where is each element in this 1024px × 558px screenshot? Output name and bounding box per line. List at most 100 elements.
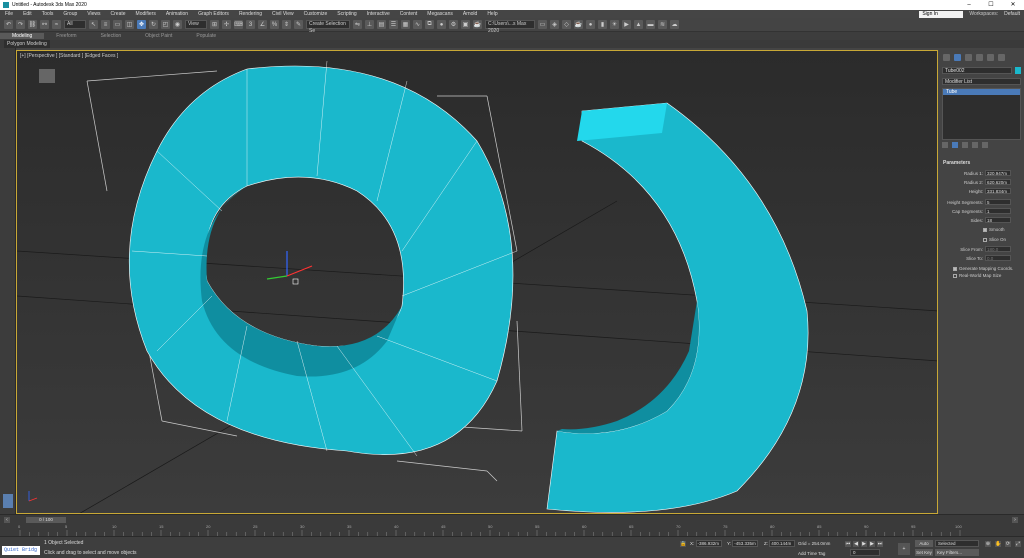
- angle-snap-icon[interactable]: ∠: [258, 20, 267, 29]
- generate-mapping-checkbox[interactable]: Generate Mapping Coords.: [953, 266, 1013, 271]
- menu-create[interactable]: Create: [106, 11, 131, 17]
- minimize-icon[interactable]: –: [958, 0, 980, 10]
- parameters-rollout[interactable]: Parameters: [943, 160, 970, 166]
- scale-icon[interactable]: ◰: [161, 20, 170, 29]
- remove-modifier-icon[interactable]: [972, 142, 978, 148]
- plane-icon[interactable]: ▬: [646, 20, 655, 29]
- cap-segments-spinner[interactable]: 1: [985, 208, 1011, 214]
- teapot-icon[interactable]: ☕: [574, 20, 583, 29]
- menu-modifiers[interactable]: Modifiers: [131, 11, 161, 17]
- modify-tab-icon[interactable]: [954, 54, 961, 61]
- curve-editor-icon[interactable]: ∿: [413, 20, 422, 29]
- reference-coordinate-dropdown[interactable]: View: [185, 20, 207, 29]
- render-setup-icon[interactable]: ⚙: [449, 20, 458, 29]
- camera-icon[interactable]: ▶: [622, 20, 631, 29]
- ribbon-toggle-icon[interactable]: ▦: [401, 20, 410, 29]
- display-tab-icon[interactable]: [987, 54, 994, 61]
- sign-in-button[interactable]: Sign In: [919, 10, 964, 18]
- hair-icon[interactable]: ≋: [658, 20, 667, 29]
- manipulate-icon[interactable]: ✢: [222, 20, 231, 29]
- menu-edit[interactable]: Edit: [18, 11, 37, 17]
- render-icon[interactable]: ☕: [473, 20, 482, 29]
- orbit-icon[interactable]: ⟳: [1005, 541, 1011, 547]
- select-by-name-icon[interactable]: ≡: [101, 20, 110, 29]
- add-time-tag[interactable]: Add Time Tag: [798, 551, 825, 556]
- place-icon[interactable]: ◉: [173, 20, 182, 29]
- tab-object-paint[interactable]: Object Paint: [133, 33, 184, 39]
- light-icon[interactable]: ☀: [610, 20, 619, 29]
- rendered-frame-icon[interactable]: ▣: [461, 20, 470, 29]
- object-color-swatch[interactable]: [1015, 67, 1021, 74]
- close-icon[interactable]: ✕: [1002, 0, 1024, 10]
- pin-stack-icon[interactable]: [942, 142, 948, 148]
- named-selection-dropdown[interactable]: Create Selection Se: [306, 20, 350, 34]
- arnold-render-icon[interactable]: ◇: [562, 20, 571, 29]
- slice-on-checkbox[interactable]: Slice On: [983, 237, 1006, 242]
- rectangular-selection-icon[interactable]: ▭: [113, 20, 122, 29]
- prev-frame-icon[interactable]: ‹: [4, 517, 10, 523]
- cylinder-icon[interactable]: ▮: [598, 20, 607, 29]
- hierarchy-tab-icon[interactable]: [965, 54, 972, 61]
- snap-toggle-icon[interactable]: 3: [246, 20, 255, 29]
- radius1-spinner[interactable]: 320.947m: [985, 170, 1011, 176]
- zoom-icon[interactable]: ⊕: [985, 541, 991, 547]
- menu-scripting[interactable]: Scripting: [332, 11, 361, 17]
- arnold-icon[interactable]: ◈: [550, 20, 559, 29]
- schematic-view-icon[interactable]: ⧉: [425, 20, 434, 29]
- scene-explorer-icon[interactable]: ☰: [389, 20, 398, 29]
- set-key-big-icon[interactable]: +: [898, 543, 910, 555]
- stack-item-tube[interactable]: Tube: [943, 89, 1020, 95]
- prev-key-icon[interactable]: ◀: [853, 541, 859, 547]
- select-object-icon[interactable]: ↖: [89, 20, 98, 29]
- modifier-list-dropdown[interactable]: Modifier List: [942, 78, 1021, 85]
- window-crossing-icon[interactable]: ◫: [125, 20, 134, 29]
- maximize-viewport-icon[interactable]: ⤢: [1015, 541, 1021, 547]
- link-icon[interactable]: ⛓: [28, 20, 37, 29]
- y-field[interactable]: -453.335m: [732, 540, 759, 547]
- percent-snap-icon[interactable]: %: [270, 20, 279, 29]
- slice-from-spinner[interactable]: 180.0: [985, 246, 1011, 252]
- next-key-icon[interactable]: ▶: [869, 541, 875, 547]
- maxscript-listener[interactable]: Quiet Bridg: [2, 546, 40, 555]
- key-mode-select[interactable]: Selected: [935, 540, 979, 547]
- slice-to-spinner[interactable]: 0.0: [985, 255, 1011, 261]
- object-name-field[interactable]: Tube002: [942, 67, 1012, 74]
- tab-populate[interactable]: Populate: [184, 33, 228, 39]
- tab-modeling[interactable]: Modeling: [0, 33, 45, 39]
- set-key-button[interactable]: Set Key: [915, 549, 933, 556]
- layers-icon[interactable]: ▤: [377, 20, 386, 29]
- menu-arnold[interactable]: Arnold: [458, 11, 482, 17]
- cone-icon[interactable]: ▲: [634, 20, 643, 29]
- smooth-checkbox[interactable]: Smooth: [983, 227, 1005, 232]
- bind-space-warp-icon[interactable]: ≈: [52, 20, 61, 29]
- pivot-icon[interactable]: ⊞: [210, 20, 219, 29]
- polygon-modeling-button[interactable]: Polygon Modeling: [4, 40, 50, 48]
- motion-tab-icon[interactable]: [976, 54, 983, 61]
- key-filters-button[interactable]: Key Filters...: [935, 549, 979, 556]
- menu-content[interactable]: Content: [395, 11, 423, 17]
- half-tube[interactable]: [546, 102, 809, 513]
- real-world-map-checkbox[interactable]: Real-World Map Size: [953, 273, 1001, 278]
- menu-views[interactable]: Views: [82, 11, 105, 17]
- torus-tube[interactable]: [128, 60, 518, 457]
- perspective-viewport[interactable]: [+] [Perspective ] [Standard ] [Edged Fa…: [16, 50, 938, 514]
- workspace-select[interactable]: Default: [1004, 11, 1020, 17]
- rotate-icon[interactable]: ↻: [149, 20, 158, 29]
- current-frame-field[interactable]: 0: [850, 549, 880, 556]
- configure-sets-icon[interactable]: [982, 142, 988, 148]
- project-path-dropdown[interactable]: C:\Users\...s Max 2020: [485, 20, 535, 34]
- menu-animation[interactable]: Animation: [161, 11, 193, 17]
- tab-freeform[interactable]: Freeform: [44, 33, 88, 39]
- sphere-icon[interactable]: ●: [586, 20, 595, 29]
- menu-tools[interactable]: Tools: [37, 11, 59, 17]
- selection-filter-dropdown[interactable]: All: [64, 20, 86, 29]
- align-icon[interactable]: ⊥: [365, 20, 374, 29]
- menu-civil-view[interactable]: Civil View: [267, 11, 299, 17]
- show-end-result-icon[interactable]: [952, 142, 958, 148]
- next-frame-icon[interactable]: ›: [1012, 517, 1018, 523]
- spinner-snap-icon[interactable]: ⇕: [282, 20, 291, 29]
- undo-icon[interactable]: ↶: [4, 20, 13, 29]
- move-icon[interactable]: ✥: [137, 20, 146, 29]
- pan-icon[interactable]: ✋: [995, 541, 1001, 547]
- menu-customize[interactable]: Customize: [299, 11, 333, 17]
